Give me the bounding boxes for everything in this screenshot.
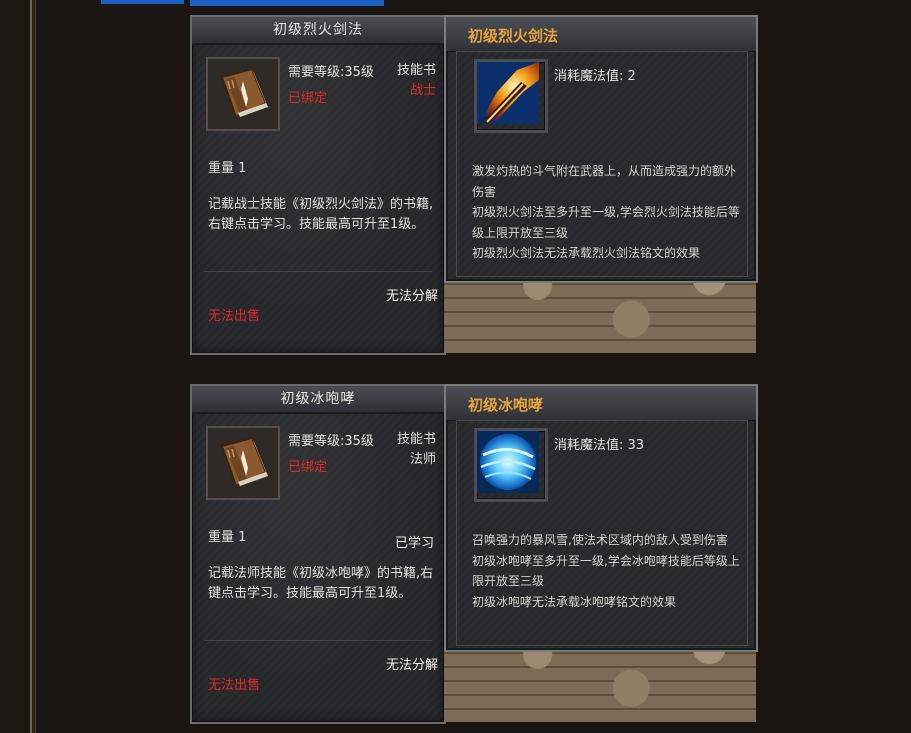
skill-desc-line: 初级烈火剑法无法承载烈火剑法铭文的效果 — [472, 246, 701, 260]
no-sell-label: 无法出售 — [208, 678, 261, 693]
flame-sword-icon — [474, 59, 548, 133]
skill-header: 初级冰咆哮 — [446, 386, 756, 421]
item-type-block: 技能书 法师 — [397, 430, 436, 470]
level-requirement: 需要等级:35级 — [288, 65, 374, 80]
item-tooltip: 初级冰咆哮 需要等级:35级 已绑定 技能书 法师 重量 1 已学习 记载法师技… — [190, 384, 446, 724]
divider — [204, 271, 432, 272]
no-sell-label: 无法出售 — [208, 309, 261, 324]
item-description: 记载战士技能《初级烈火剑法》的书籍,右键点击学习。技能最高可升至1级。 — [208, 197, 434, 232]
mana-cost: 消耗魔法值: 2 — [554, 69, 636, 84]
item-title: 初级冰咆哮 — [192, 386, 444, 414]
item-tooltip: 初级烈火剑法 需要等级:35级 已绑定 技能书 战士 重量 1 记载战士技能《初… — [190, 15, 446, 355]
no-decompose-label: 无法分解 — [385, 658, 438, 673]
skill-desc-line: 激发灼热的斗气附在武器上，从而造成强力的额外伤害 — [472, 164, 737, 199]
skill-header: 初级烈火剑法 — [446, 17, 756, 52]
top-tab-right[interactable] — [190, 0, 384, 6]
level-requirement: 需要等级:35级 — [288, 434, 374, 449]
top-tab-left[interactable] — [101, 0, 184, 4]
skill-tooltip: 初级冰咆哮 消耗魔法值: 33 召唤强力的暴风雪,使法术区域内的敌人受到伤害 初… — [444, 384, 758, 652]
item-type: 技能书 — [396, 432, 436, 447]
bound-status: 已绑定 — [288, 91, 328, 106]
left-border-rail — [0, 0, 36, 733]
item-title: 初级烈火剑法 — [192, 17, 444, 45]
skill-description: 召唤强力的暴风雪,使法术区域内的敌人受到伤害 初级冰咆哮至多升至一级,学会冰咆哮… — [472, 530, 740, 612]
skill-book-icon — [206, 57, 280, 131]
ice-storm-icon — [474, 428, 548, 502]
skill-desc-line: 初级冰咆哮至多升至一级,学会冰咆哮技能后等级上限开放至三级 — [472, 553, 740, 589]
item-description: 记载法师技能《初级冰咆哮》的书籍,右键点击学习。技能最高可升至1级。 — [208, 566, 434, 601]
tooltip-card-flame-sword: 初级烈火剑法 需要等级:35级 已绑定 技能书 战士 重量 1 记载战士技能《初… — [190, 15, 758, 355]
item-weight: 重量 1 — [208, 161, 247, 176]
skill-name: 初级烈火剑法 — [468, 27, 559, 45]
no-decompose-label: 无法分解 — [385, 289, 438, 304]
item-weight: 重量 1 — [208, 530, 247, 545]
tooltip-card-ice-roar: 初级冰咆哮 需要等级:35级 已绑定 技能书 法师 重量 1 已学习 记载法师技… — [190, 384, 758, 724]
skill-desc-line: 初级烈火剑法至多升至一级,学会烈火剑法技能后等级上限开放至三级 — [472, 205, 740, 240]
skill-book-icon — [206, 426, 280, 500]
skill-tooltip: 初级烈火剑法 消耗魔法值: 2 激发灼热的斗气附在武器上，从而造成强力的额外伤害… — [444, 15, 758, 283]
item-class: 法师 — [409, 452, 436, 467]
item-type-block: 技能书 战士 — [397, 61, 436, 101]
skill-name: 初级冰咆哮 — [468, 396, 544, 414]
bound-status: 已绑定 — [288, 460, 328, 475]
divider — [204, 640, 432, 641]
learned-status: 已学习 — [394, 536, 434, 551]
item-class: 战士 — [409, 83, 436, 98]
mana-cost: 消耗魔法值: 33 — [554, 438, 645, 453]
item-type: 技能书 — [396, 63, 436, 78]
skill-desc-line: 初级冰咆哮无法承载冰咆哮铭文的效果 — [472, 594, 677, 609]
skill-description: 激发灼热的斗气附在武器上，从而造成强力的额外伤害 初级烈火剑法至多升至一级,学会… — [472, 161, 740, 264]
skill-desc-line: 召唤强力的暴风雪,使法术区域内的敌人受到伤害 — [472, 533, 728, 547]
